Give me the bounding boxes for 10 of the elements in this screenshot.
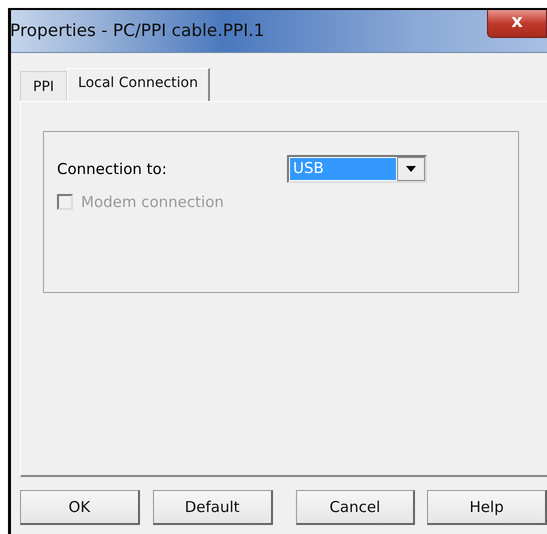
dialog-button[interactable]: Help: [427, 490, 547, 525]
dialog-button[interactable]: Default: [152, 490, 272, 525]
dialog-button[interactable]: Cancel: [296, 490, 416, 525]
close-button[interactable]: x: [487, 10, 547, 38]
tab[interactable]: Local Connection: [67, 68, 210, 101]
window-title: Properties - PC/PPI cable.PPI.1: [10, 21, 265, 41]
dialog-button[interactable]: OK: [20, 490, 140, 525]
connection-label: Connection to:: [57, 160, 168, 178]
tab[interactable]: PPI: [20, 71, 68, 101]
checkbox-label: Modem connection: [81, 193, 224, 211]
